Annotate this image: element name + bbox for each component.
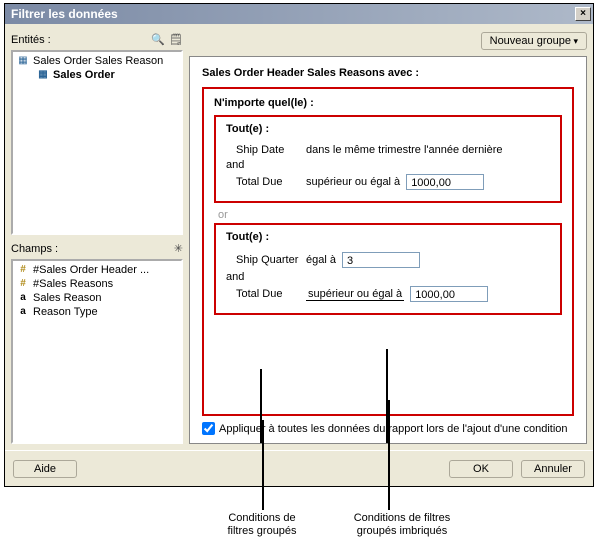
and-connector: and [226, 159, 550, 171]
inner-filter-group: Tout(e) : Ship Quarter égal à 3 and Tota… [214, 223, 562, 315]
dialog-footer: Aide OK Annuler [5, 450, 593, 486]
entity-item[interactable]: ▦ Sales Order Sales Reason [15, 54, 179, 68]
window-title: Filtrer les données [11, 7, 575, 21]
callout-line [388, 400, 390, 510]
entities-list[interactable]: ▦ Sales Order Sales Reason ▦ Sales Order [11, 50, 183, 235]
condition-operator[interactable]: égal à [306, 254, 336, 266]
condition-row[interactable]: Total Due supérieur ou égal à 1000,00 [226, 283, 550, 305]
close-icon[interactable]: × [575, 7, 591, 21]
help-button[interactable]: Aide [13, 460, 77, 478]
cancel-button[interactable]: Annuler [521, 460, 585, 478]
condition-row[interactable]: Total Due supérieur ou égal à 1000,00 [226, 171, 550, 193]
inner-filter-group: Tout(e) : Ship Date dans le même trimest… [214, 115, 562, 203]
callout-line [262, 420, 264, 510]
ok-button[interactable]: OK [449, 460, 513, 478]
filter-panel: Sales Order Header Sales Reasons avec : … [189, 56, 587, 444]
callout-label: Conditions defiltres groupés [216, 512, 308, 538]
outer-filter-group: N'importe quel(le) : Tout(e) : Ship Date… [202, 87, 574, 416]
hash-icon: # [17, 265, 29, 275]
apply-all-checkbox[interactable] [202, 422, 215, 435]
field-item[interactable]: # #Sales Reasons [15, 277, 179, 291]
condition-field[interactable]: Total Due [236, 176, 300, 188]
callout-label: Conditions de filtresgroupés imbriqués [342, 512, 462, 538]
condition-operator[interactable]: supérieur ou égal à [306, 176, 400, 188]
condition-value[interactable]: 1000,00 [406, 174, 484, 190]
table-icon: ▦ [17, 56, 29, 66]
search-icon[interactable]: 🔍 [151, 33, 165, 46]
and-connector: and [226, 271, 550, 283]
or-connector: or [214, 207, 562, 223]
text-icon: a [17, 293, 29, 303]
condition-row[interactable]: Ship Quarter égal à 3 [226, 249, 550, 271]
condition-field[interactable]: Total Due [236, 288, 300, 300]
champs-label: Champs : [11, 243, 170, 255]
champs-list[interactable]: # #Sales Order Header ... # #Sales Reaso… [11, 259, 183, 444]
field-item[interactable]: a Reason Type [15, 305, 179, 319]
condition-operator[interactable]: dans le même trimestre l'année dernière [306, 144, 503, 156]
condition-value[interactable]: 1000,00 [410, 286, 488, 302]
text-icon: a [17, 307, 29, 317]
filter-heading: Sales Order Header Sales Reasons avec : [202, 67, 574, 87]
outer-group-title[interactable]: N'importe quel(le) : [214, 97, 562, 109]
field-item[interactable]: # #Sales Order Header ... [15, 263, 179, 277]
filter-dialog: Filtrer les données × Entités : 🔍 🗒 ▦ Sa… [4, 3, 594, 487]
condition-value[interactable]: 3 [342, 252, 420, 268]
new-field-icon[interactable]: ✳ [174, 242, 183, 255]
condition-field[interactable]: Ship Date [236, 144, 300, 156]
condition-operator[interactable]: supérieur ou égal à [306, 288, 404, 301]
inner-group-title[interactable]: Tout(e) : [226, 123, 550, 135]
entity-item[interactable]: ▦ Sales Order [15, 68, 179, 82]
apply-all-label: Appliquer à toutes les données du rappor… [219, 423, 568, 435]
hash-icon: # [17, 279, 29, 289]
inner-group-title[interactable]: Tout(e) : [226, 231, 550, 243]
titlebar: Filtrer les données × [5, 4, 593, 24]
field-item[interactable]: a Sales Reason [15, 291, 179, 305]
properties-icon[interactable]: 🗒 [169, 33, 183, 46]
new-group-button[interactable]: Nouveau groupe [481, 32, 587, 50]
condition-row[interactable]: Ship Date dans le même trimestre l'année… [226, 141, 550, 159]
table-icon: ▦ [37, 70, 49, 80]
condition-field[interactable]: Ship Quarter [236, 254, 300, 266]
entities-label: Entités : [11, 34, 147, 46]
